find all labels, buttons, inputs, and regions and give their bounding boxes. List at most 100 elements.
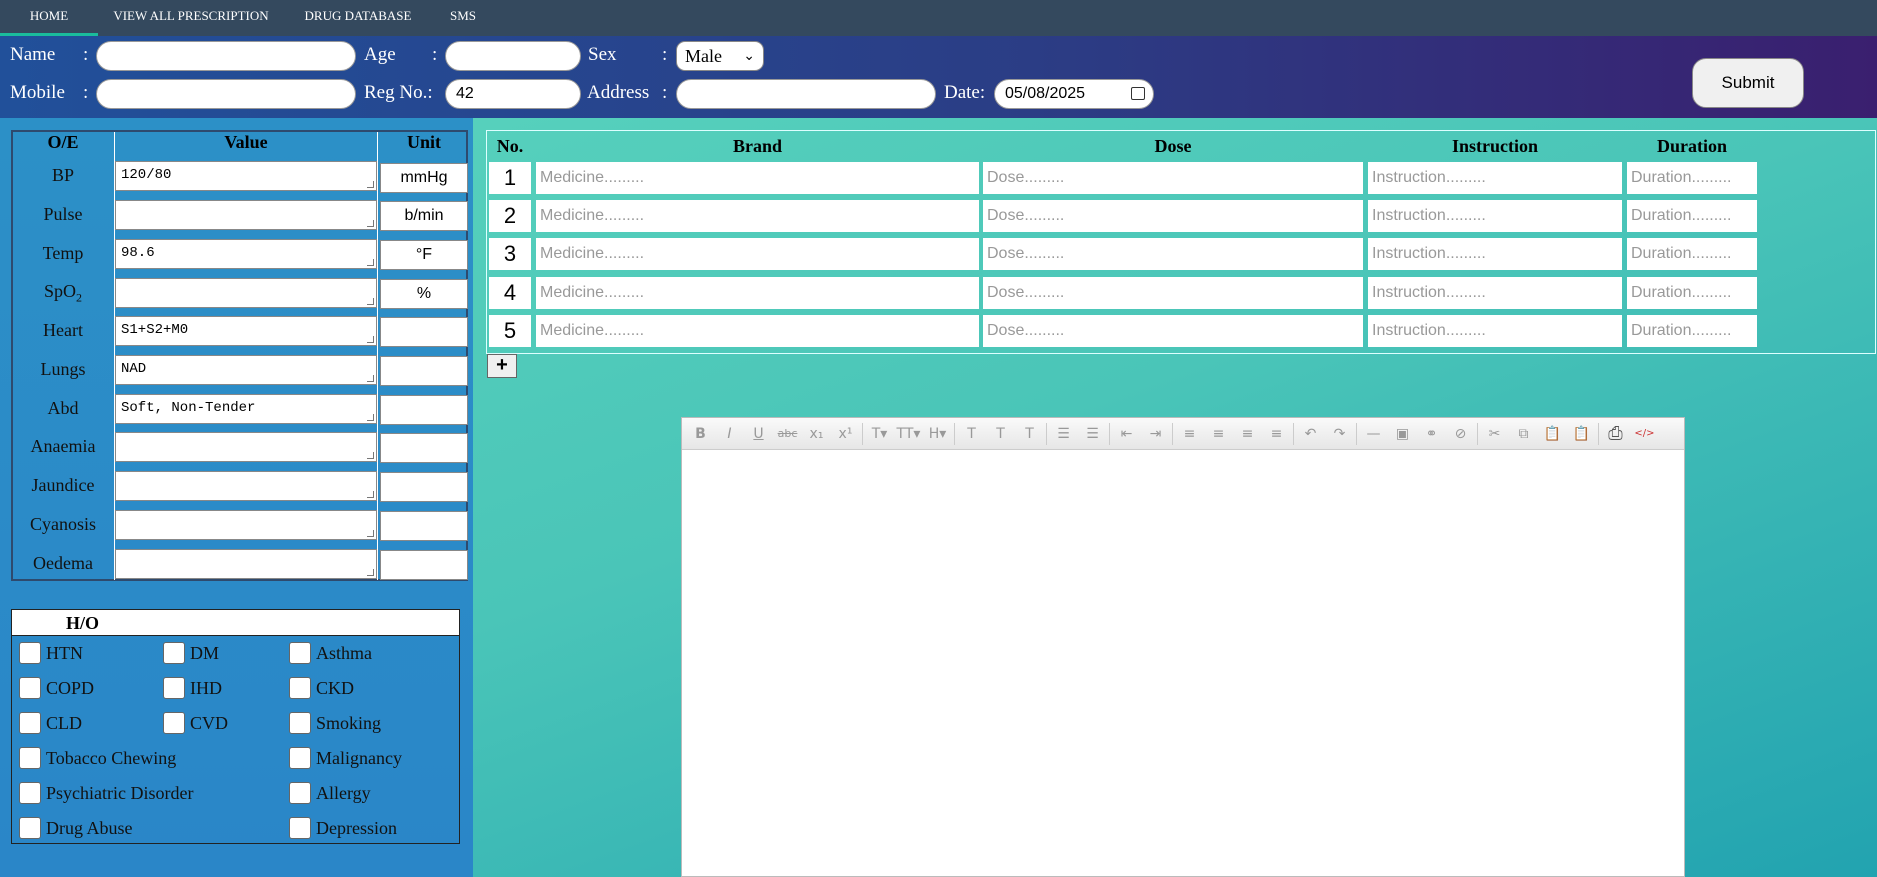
- brand-input[interactable]: Medicine.........: [536, 315, 979, 347]
- duration-input[interactable]: Duration.........: [1627, 277, 1757, 309]
- oe-unit-bp: mmHg: [380, 163, 468, 193]
- align-left-icon[interactable]: ≡: [1175, 421, 1204, 447]
- undo-icon[interactable]: ↶: [1296, 421, 1325, 447]
- dose-input[interactable]: Dose.........: [983, 238, 1363, 270]
- heading-icon[interactable]: H▾: [923, 421, 952, 447]
- clear-format-icon[interactable]: T: [1015, 421, 1044, 447]
- dose-input[interactable]: Dose.........: [983, 315, 1363, 347]
- justify-icon[interactable]: ≡: [1262, 421, 1291, 447]
- duration-input[interactable]: Duration.........: [1627, 162, 1757, 194]
- address-input[interactable]: [676, 79, 936, 109]
- nav-view-all-prescription[interactable]: VIEW ALL PRESCRIPTION: [98, 0, 284, 36]
- nav-drug-database[interactable]: DRUG DATABASE: [284, 0, 432, 36]
- regno-input[interactable]: 42: [445, 79, 581, 109]
- editor-content[interactable]: [682, 450, 1684, 876]
- paste-text-icon[interactable]: 📋: [1567, 421, 1596, 447]
- oe-value-spo2[interactable]: [115, 278, 377, 308]
- oe-value-anaemia[interactable]: [115, 432, 377, 462]
- copy-icon[interactable]: ⧉: [1509, 421, 1538, 447]
- bullet-list-icon[interactable]: ☰: [1049, 421, 1078, 447]
- nav-sms[interactable]: SMS: [432, 0, 494, 36]
- underline-icon[interactable]: U: [744, 421, 773, 447]
- checkbox-asthma[interactable]: [289, 642, 311, 664]
- oe-value-cyanosis[interactable]: [115, 510, 377, 540]
- font-size-icon[interactable]: T▾: [865, 421, 894, 447]
- numbered-list-icon[interactable]: ☰: [1078, 421, 1107, 447]
- checkbox-label-cvd: CVD: [190, 713, 229, 733]
- age-input[interactable]: [445, 41, 581, 71]
- checkbox-psychiatric-disorder[interactable]: [19, 782, 41, 804]
- image-icon[interactable]: ▣: [1388, 421, 1417, 447]
- nav-home[interactable]: HOME: [0, 0, 98, 36]
- align-right-icon[interactable]: ≡: [1233, 421, 1262, 447]
- brand-input[interactable]: Medicine.........: [536, 162, 979, 194]
- redo-icon[interactable]: ↷: [1325, 421, 1354, 447]
- oe-value-jaundice[interactable]: [115, 471, 377, 501]
- checkbox-cvd[interactable]: [163, 712, 185, 734]
- italic-icon[interactable]: I: [715, 421, 744, 447]
- highlight-icon[interactable]: T: [986, 421, 1015, 447]
- instruction-input[interactable]: Instruction.........: [1368, 277, 1622, 309]
- instruction-input[interactable]: Instruction.........: [1368, 200, 1622, 232]
- checkbox-label-copd: COPD: [46, 678, 95, 698]
- outdent-icon[interactable]: ⇤: [1112, 421, 1141, 447]
- checkbox-malignancy[interactable]: [289, 747, 311, 769]
- align-center-icon[interactable]: ≡: [1204, 421, 1233, 447]
- duration-input[interactable]: Duration.........: [1627, 315, 1757, 347]
- calendar-icon[interactable]: [1131, 87, 1145, 100]
- cut-icon[interactable]: ✂: [1480, 421, 1509, 447]
- duration-input[interactable]: Duration.........: [1627, 238, 1757, 270]
- top-nav: HOME VIEW ALL PRESCRIPTION DRUG DATABASE…: [0, 0, 1877, 36]
- checkbox-depression[interactable]: [289, 817, 311, 839]
- horizontal-rule-icon[interactable]: —: [1359, 421, 1388, 447]
- checkbox-cld[interactable]: [19, 712, 41, 734]
- mobile-input[interactable]: [96, 79, 356, 109]
- checkbox-tobacco-chewing[interactable]: [19, 747, 41, 769]
- date-input[interactable]: 05/08/2025: [994, 79, 1154, 109]
- instruction-input[interactable]: Instruction.........: [1368, 315, 1622, 347]
- link-icon[interactable]: ⚭: [1417, 421, 1446, 447]
- submit-button[interactable]: Submit: [1692, 58, 1804, 108]
- checkbox-ckd[interactable]: [289, 677, 311, 699]
- unlink-icon[interactable]: ⊘: [1446, 421, 1475, 447]
- sex-select[interactable]: Male ⌄: [676, 41, 764, 71]
- dose-input[interactable]: Dose.........: [983, 162, 1363, 194]
- indent-icon[interactable]: ⇥: [1141, 421, 1170, 447]
- checkbox-copd[interactable]: [19, 677, 41, 699]
- bold-icon[interactable]: B: [686, 421, 715, 447]
- oe-value-temp[interactable]: 98.6: [115, 239, 377, 269]
- instruction-input[interactable]: Instruction.........: [1368, 162, 1622, 194]
- left-panel: O/E Value Unit BP 120/80 mmHg Pulse b/mi…: [0, 118, 473, 877]
- name-input[interactable]: [96, 41, 356, 71]
- instruction-input[interactable]: Instruction.........: [1368, 238, 1622, 270]
- subscript-icon[interactable]: x₁: [802, 421, 831, 447]
- toolbar-separator: [1109, 422, 1110, 445]
- oe-value-heart[interactable]: S1+S2+M0: [115, 316, 377, 346]
- brand-input[interactable]: Medicine.........: [536, 238, 979, 270]
- checkbox-htn[interactable]: [19, 642, 41, 664]
- paste-icon[interactable]: 📋: [1538, 421, 1567, 447]
- print-icon[interactable]: ⎙: [1601, 421, 1630, 447]
- oe-value-pulse[interactable]: [115, 200, 377, 230]
- checkbox-dm[interactable]: [163, 642, 185, 664]
- source-code-icon[interactable]: </>: [1630, 421, 1659, 447]
- oe-value-oedema[interactable]: [115, 549, 377, 579]
- oe-value-abd[interactable]: Soft, Non-Tender: [115, 394, 377, 424]
- strikethrough-icon[interactable]: abc: [773, 421, 802, 447]
- checkbox-ihd[interactable]: [163, 677, 185, 699]
- duration-input[interactable]: Duration.........: [1627, 200, 1757, 232]
- add-row-button[interactable]: +: [487, 354, 517, 378]
- superscript-icon[interactable]: x¹: [831, 421, 860, 447]
- font-family-icon[interactable]: TT▾: [894, 421, 923, 447]
- brand-input[interactable]: Medicine.........: [536, 277, 979, 309]
- dose-input[interactable]: Dose.........: [983, 200, 1363, 232]
- checkbox-smoking[interactable]: [289, 712, 311, 734]
- dose-input[interactable]: Dose.........: [983, 277, 1363, 309]
- checkbox-drug-abuse[interactable]: [19, 817, 41, 839]
- toolbar-separator: [954, 422, 955, 445]
- oe-value-bp[interactable]: 120/80: [115, 161, 377, 191]
- brand-input[interactable]: Medicine.........: [536, 200, 979, 232]
- oe-value-lungs[interactable]: NAD: [115, 355, 377, 385]
- text-color-icon[interactable]: T: [957, 421, 986, 447]
- checkbox-allergy[interactable]: [289, 782, 311, 804]
